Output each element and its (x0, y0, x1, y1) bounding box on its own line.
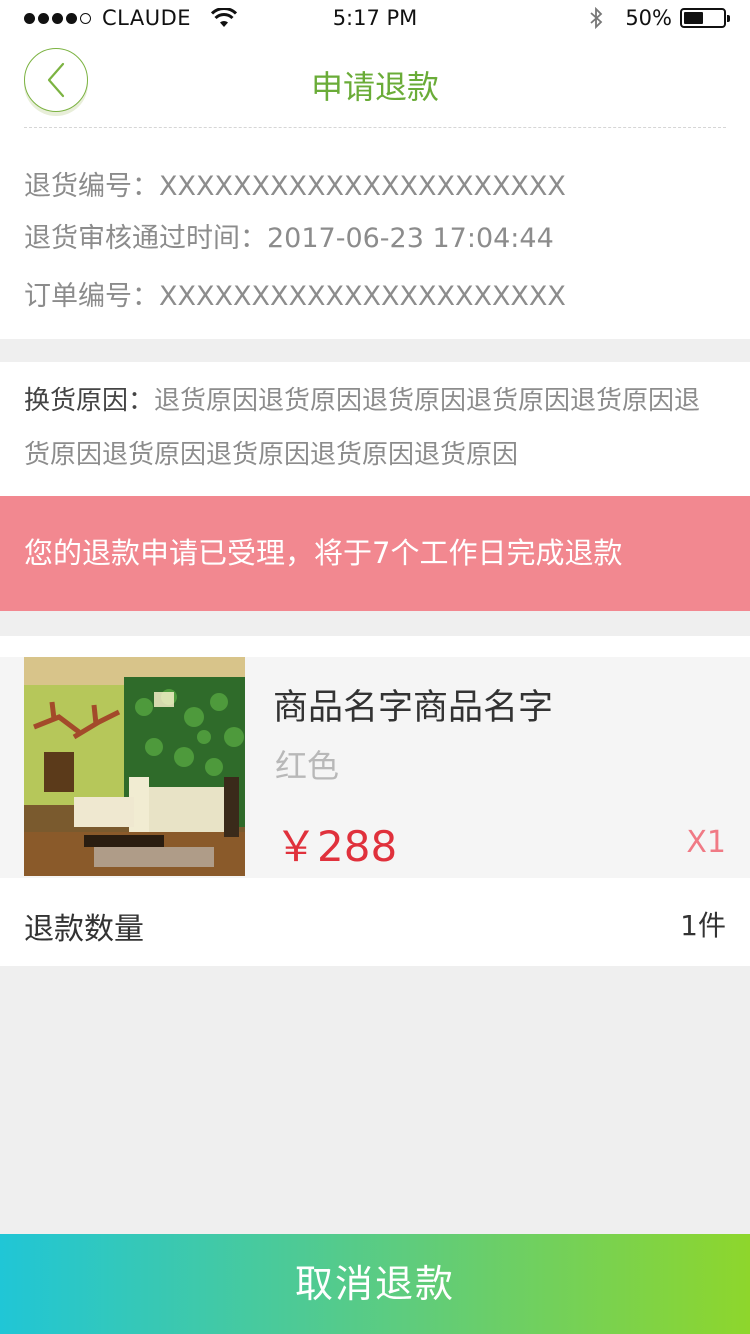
refund-quantity-value: 1件 (680, 909, 726, 942)
approved-time-value: 2017-06-23 17:04:44 (267, 223, 554, 254)
return-number-row: 退货编号：XXXXXXXXXXXXXXXXXXXXXX (24, 164, 566, 203)
cancel-refund-button[interactable]: 取消退款 (0, 1234, 750, 1334)
refund-quantity-label: 退款数量 (24, 912, 144, 947)
exchange-reason-label: 换货原因： (24, 386, 155, 416)
approved-time-row: 退货审核通过时间：2017-06-23 17:04:44 (24, 216, 554, 255)
refund-info-section: 退货编号：XXXXXXXXXXXXXXXXXXXXXX 退货审核通过时间：201… (0, 128, 750, 339)
status-bar: CLAUDE 5:17 PM 50% (0, 0, 750, 36)
product-quantity: X1 (686, 825, 726, 860)
product-name: 商品名字商品名字 (273, 688, 554, 728)
refund-quantity-row: 退款数量 1件 (0, 878, 750, 966)
approved-time-label: 退货审核通过时间： (24, 223, 267, 254)
product-image (24, 657, 245, 876)
status-right: 50% (589, 6, 730, 30)
bluetooth-icon (590, 7, 603, 29)
battery-percent: 50% (625, 6, 672, 30)
return-number-value: XXXXXXXXXXXXXXXXXXXXXX (159, 171, 566, 202)
product-color: 红色 (275, 747, 340, 785)
page-title: 申请退款 (310, 68, 439, 106)
order-number-row: 订单编号：XXXXXXXXXXXXXXXXXXXXXX (24, 274, 566, 313)
battery-icon (680, 8, 730, 28)
order-number-label: 订单编号： (24, 281, 159, 312)
product-price: ￥288 (275, 822, 398, 871)
product-card[interactable]: 商品名字商品名字 红色 ￥288 X1 (0, 657, 750, 878)
nav-bar: 申请退款 (0, 36, 750, 128)
return-number-label: 退货编号： (24, 171, 159, 202)
product-section: 商品名字商品名字 红色 ￥288 X1 (0, 636, 750, 878)
exchange-reason-section: 换货原因：退货原因退货原因退货原因退货原因退货原因退货原因退货原因退货原因退货原… (0, 362, 750, 496)
order-number-value: XXXXXXXXXXXXXXXXXXXXXX (159, 281, 566, 312)
refund-accepted-notice: 您的退款申请已受理，将于7个工作日完成退款 (0, 496, 750, 611)
